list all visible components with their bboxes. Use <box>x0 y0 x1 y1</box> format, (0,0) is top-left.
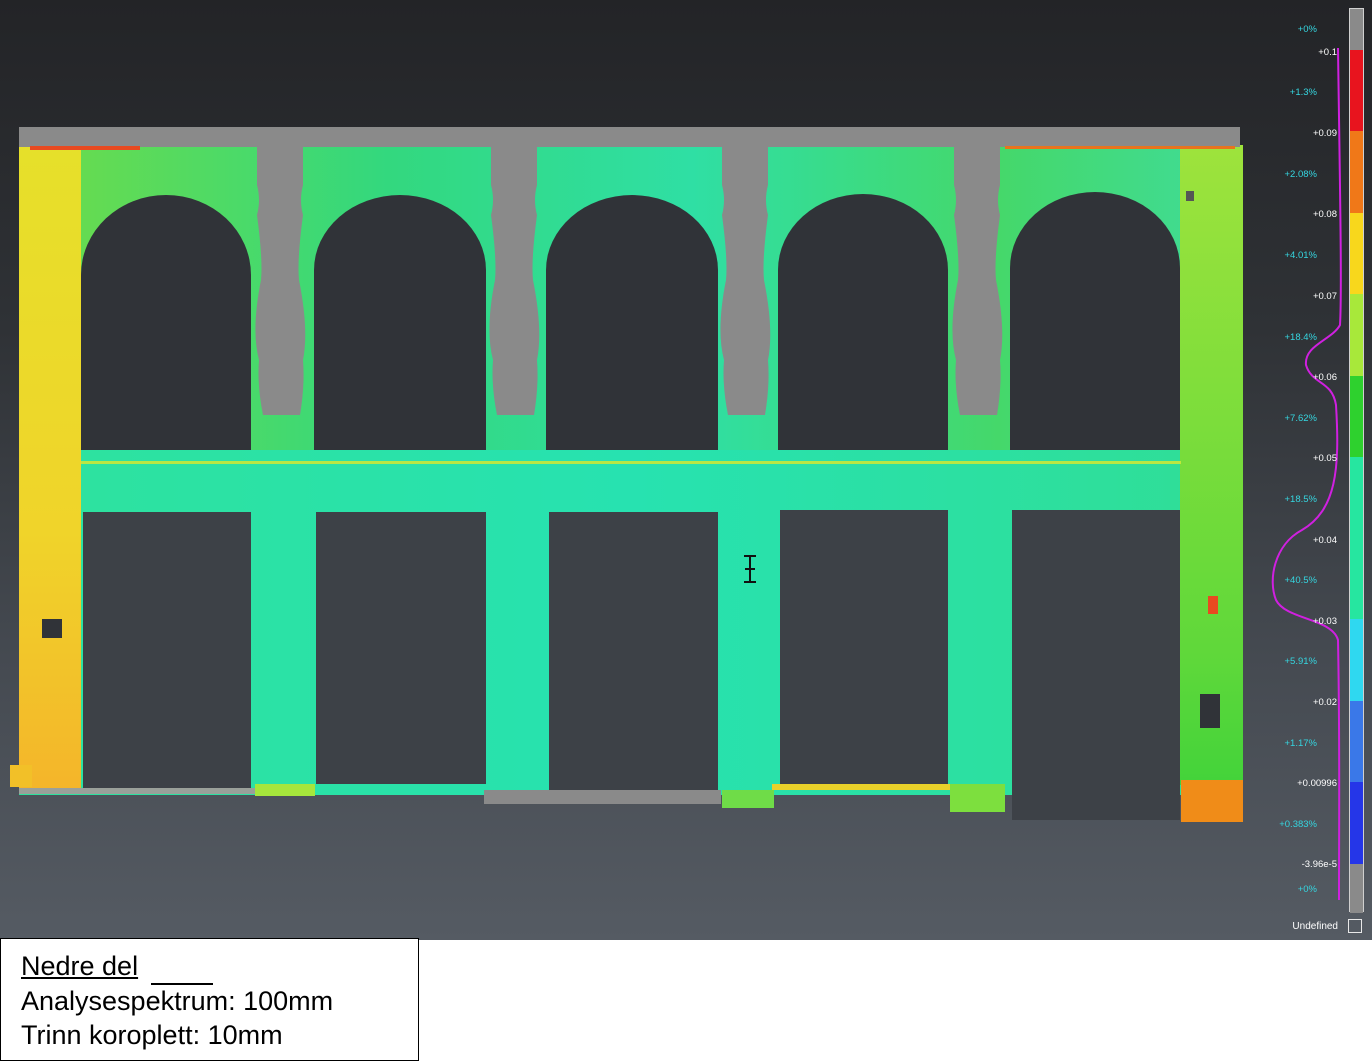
arch-opening-2 <box>314 195 486 450</box>
undefined-label: Undefined <box>1292 921 1338 932</box>
scale-seg-5 <box>1350 376 1363 457</box>
scale-seg-3 <box>1350 213 1363 294</box>
pct-label-6: +18.5% <box>1284 494 1318 505</box>
value-label-1: +0.09 <box>1312 128 1337 139</box>
caption-box: Nedre del Analysespektrum: 100mm Trinn k… <box>0 938 419 1061</box>
undefined-swatch <box>1348 919 1362 933</box>
caption-title: Nedre del <box>21 951 139 981</box>
pct-label-9: +1.17% <box>1284 738 1318 749</box>
caption-title-underline <box>151 983 213 985</box>
lower-opening-1 <box>83 512 251 790</box>
value-label-4: +0.06 <box>1312 372 1337 383</box>
scale-seg-4 <box>1350 294 1363 376</box>
left-edge-pier <box>19 145 81 790</box>
value-label-5: +0.05 <box>1312 453 1337 464</box>
pct-label-3: +4.01% <box>1284 250 1318 261</box>
lower-opening-2 <box>316 512 486 784</box>
pct-label-11: +0% <box>1297 884 1317 895</box>
column-3 <box>720 145 771 415</box>
value-label-8: +0.02 <box>1312 697 1337 708</box>
top-beam <box>19 127 1240 147</box>
color-scale-bar <box>1349 8 1364 913</box>
scale-seg-9 <box>1350 782 1363 864</box>
value-label-2: +0.08 <box>1312 209 1337 220</box>
value-label-3: +0.07 <box>1312 291 1337 302</box>
arch-opening-3 <box>546 195 718 450</box>
column-4 <box>952 145 1003 415</box>
pct-label-1: +1.3% <box>1289 87 1317 98</box>
scale-seg-7 <box>1350 619 1363 701</box>
pct-label-4: +18.4% <box>1284 332 1318 343</box>
value-label-10: -3.96e-5 <box>1301 859 1337 870</box>
value-label-9: +0.00996 <box>1297 778 1337 789</box>
lower-opening-3 <box>549 512 718 790</box>
caption-analysis-spectrum: Analysespektrum: 100mm <box>21 986 334 1016</box>
pct-label-8: +5.91% <box>1284 656 1318 667</box>
scale-seg-8 <box>1350 701 1363 782</box>
point-cloud-viewport[interactable]: +0% +0.1 +1.3% +0.09 +2.08% +0.08 +4.01%… <box>0 0 1372 940</box>
arch-opening-1 <box>81 195 251 450</box>
lower-opening-4 <box>780 510 948 784</box>
value-label-6: +0.04 <box>1312 535 1337 546</box>
arch-opening-5 <box>1010 192 1180 450</box>
lower-opening-5 <box>1012 510 1180 820</box>
pct-label-10: +0.383% <box>1279 819 1317 830</box>
scale-seg-6 <box>1350 457 1363 619</box>
caption-choropleth-step: Trinn koroplett: 10mm <box>21 1020 283 1050</box>
value-label-7: +0.03 <box>1312 616 1337 627</box>
deviation-scan-render <box>10 127 1243 822</box>
column-1 <box>255 145 306 415</box>
pct-label-0: +0% <box>1297 24 1317 35</box>
scale-seg-1 <box>1350 50 1363 131</box>
scale-seg-2 <box>1350 131 1363 213</box>
pct-label-5: +7.62% <box>1284 413 1318 424</box>
pct-label-7: +40.5% <box>1284 575 1318 586</box>
arch-opening-4 <box>778 194 948 450</box>
column-2 <box>489 145 540 415</box>
wall-band <box>19 450 1243 512</box>
value-label-0: +0.1 <box>1318 47 1337 58</box>
pct-label-2: +2.08% <box>1284 169 1318 180</box>
right-edge-pier <box>1180 145 1243 785</box>
